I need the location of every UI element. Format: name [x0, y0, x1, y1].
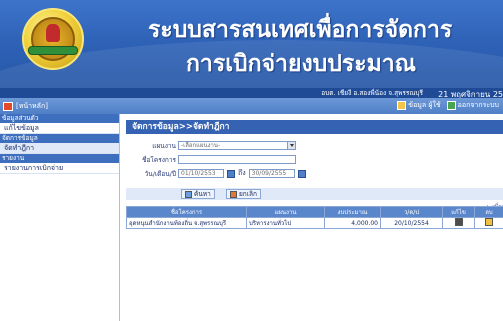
header-banner: ระบบสารสนเทศเพื่อการจัดการ การเบิกจ่ายงบ… — [0, 0, 503, 88]
logout-link[interactable]: ออกจากระบบ — [446, 100, 499, 111]
profile-label: ข้อมูล ผู้ใช้ — [408, 101, 441, 109]
cell-project: อุดหนุนสำนักงานท้องถิ่น จ.สุพรรณบุรี — [126, 217, 247, 229]
cell-delete — [474, 217, 503, 229]
emblem-logo — [22, 8, 84, 70]
col-plan: แผนงาน — [246, 206, 325, 218]
info-bar: อบต. เชียงี อ.สองพี่น้อง จ.สุพรรณบุรี 21… — [0, 88, 503, 99]
date-to-input[interactable]: 30/09/2555 — [248, 169, 295, 178]
breadcrumb: จัดการข้อมูล>>จัดทำฎีกา — [126, 120, 503, 134]
date-from-input[interactable]: 01/10/2553 — [178, 169, 224, 178]
table-header-row: ชื่อโครงการ แผนงาน งบประมาณ ว/ด/ป แก้ไข … — [126, 206, 503, 218]
toolbar-right: ข้อมูล ผู้ใช้ ออกจากระบบ — [397, 100, 499, 111]
sidebar-item-edit-profile[interactable]: แก้ไขข้อมูล — [0, 123, 119, 134]
home-label: [หน้าหลัก] — [16, 102, 48, 110]
col-project: ชื่อโครงการ — [126, 206, 247, 218]
calendar-icon[interactable] — [297, 169, 306, 178]
emblem-figure — [46, 24, 60, 42]
sidebar-item-create-voucher[interactable]: จัดทำฎีกา — [0, 143, 119, 154]
plan-row: แผนงาน -เลือกแผนงาน- — [126, 140, 296, 151]
cancel-button-label: ยกเลิก — [239, 190, 257, 198]
cell-date: 20/10/2554 — [380, 217, 443, 229]
button-row: ค้นหา ยกเลิก — [126, 188, 503, 200]
project-row: ชื่อโครงการ — [126, 154, 296, 165]
search-form: แผนงาน -เลือกแผนงาน- ชื่อโครงการ วัน/เดื… — [126, 136, 503, 188]
main-content: จัดการข้อมูล>>จัดทำฎีกา แผนงาน -เลือกแผน… — [120, 114, 503, 321]
sidebar-heading-personal: ข้อมูลส่วนตัว — [0, 114, 119, 123]
plan-select-value: -เลือกแผนงาน- — [181, 142, 221, 149]
project-label: ชื่อโครงการ — [142, 155, 176, 164]
dropdown-arrow-icon — [287, 142, 295, 149]
cell-plan: บริหารงานทั่วไป — [246, 217, 325, 229]
table-row: อุดหนุนสำนักงานท้องถิ่น จ.สุพรรณบุรี บริ… — [126, 217, 503, 229]
search-button-label: ค้นหา — [194, 190, 211, 198]
edit-icon[interactable] — [454, 218, 463, 226]
plan-label: แผนงาน — [152, 141, 176, 150]
delete-icon[interactable] — [485, 218, 493, 226]
app-title-line2: การเบิกจ่ายงบประมาณ — [186, 51, 416, 77]
col-date: ว/ด/ป — [380, 206, 443, 218]
logout-icon — [446, 101, 456, 110]
user-info: อบต. เชียงี อ.สองพี่น้อง จ.สุพรรณบุรี — [321, 89, 423, 97]
col-edit: แก้ไข — [442, 206, 475, 218]
plan-select[interactable]: -เลือกแผนงาน- — [178, 141, 296, 150]
date-row: วัน/เดือน/ปี 01/10/2553 ถึง 30/09/2555 — [126, 168, 306, 179]
cancel-button[interactable]: ยกเลิก — [226, 189, 261, 199]
logout-label: ออกจากระบบ — [457, 101, 499, 109]
sidebar-heading-report: รายงาน — [0, 154, 119, 163]
col-delete: ลบ — [474, 206, 503, 218]
date-to-label: ถึง — [238, 169, 246, 177]
cell-budget: 4,000.00 — [324, 217, 381, 229]
col-budget: งบประมาณ — [324, 206, 381, 218]
home-icon — [3, 102, 13, 111]
emblem-band — [28, 46, 78, 55]
cancel-icon — [230, 190, 237, 198]
sidebar-heading-manage: จัดการข้อมูล — [0, 134, 119, 143]
search-icon — [185, 190, 192, 198]
profile-link[interactable]: ข้อมูล ผู้ใช้ — [397, 100, 441, 111]
home-link[interactable]: [หน้าหลัก] — [3, 101, 48, 112]
sidebar-item-disbursement-report[interactable]: รายงานการเบิกจ่าย — [0, 163, 119, 174]
voucher-table: ชื่อโครงการ แผนงาน งบประมาณ ว/ด/ป แก้ไข … — [126, 206, 503, 229]
cell-edit — [442, 217, 475, 229]
toolbar: [หน้าหลัก] ข้อมูล ผู้ใช้ ออกจากระบบ — [0, 98, 503, 114]
sidebar: ข้อมูลส่วนตัว แก้ไขข้อมูล จัดการข้อมูล จ… — [0, 114, 120, 321]
calendar-icon[interactable] — [227, 169, 235, 178]
user-icon — [397, 101, 407, 110]
search-button[interactable]: ค้นหา — [181, 189, 215, 199]
app-title-line1: ระบบสารสนเทศเพื่อการจัดการ — [148, 17, 453, 43]
project-input[interactable] — [178, 155, 296, 164]
date-label: วัน/เดือน/ปี — [144, 169, 176, 178]
